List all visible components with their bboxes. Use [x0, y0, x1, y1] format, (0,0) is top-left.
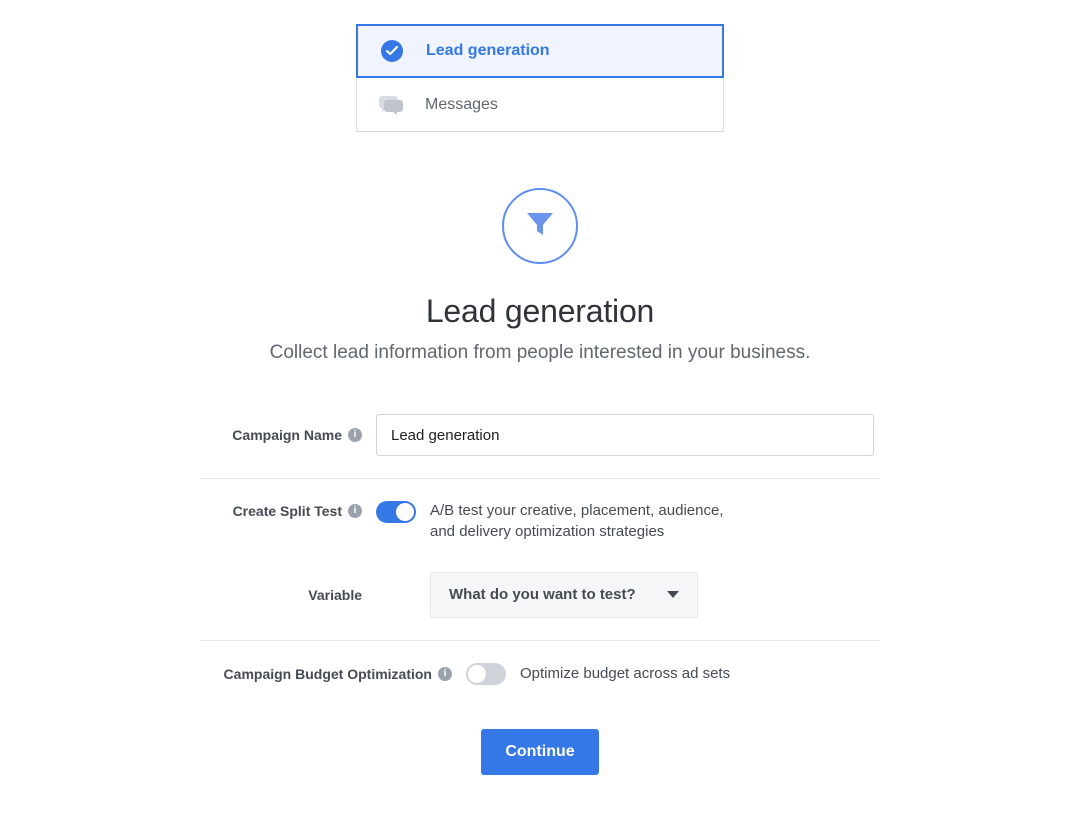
- info-icon[interactable]: i: [348, 504, 362, 518]
- messages-icon: [377, 91, 405, 119]
- page-subtitle: Collect lead information from people int…: [200, 342, 880, 364]
- check-badge-icon: [378, 37, 406, 65]
- split-test-row: Create Split Test i A/B test your creati…: [200, 479, 880, 641]
- campaign-name-input[interactable]: [376, 414, 874, 456]
- objective-lead-generation[interactable]: Lead generation: [356, 24, 724, 78]
- cbo-desc: Optimize budget across ad sets: [520, 664, 730, 684]
- campaign-name-row: Campaign Name i: [200, 392, 880, 479]
- chevron-down-icon: [667, 591, 679, 598]
- split-test-desc: A/B test your creative, placement, audie…: [430, 501, 740, 542]
- split-test-label: Create Split Test: [233, 503, 342, 519]
- campaign-name-label: Campaign Name: [232, 427, 342, 443]
- cbo-row: Campaign Budget Optimization i Optimize …: [200, 641, 880, 707]
- variable-select-placeholder: What do you want to test?: [449, 586, 636, 603]
- objective-label: Messages: [425, 96, 498, 114]
- info-icon[interactable]: i: [438, 667, 452, 681]
- cbo-label: Campaign Budget Optimization: [224, 666, 432, 682]
- variable-select[interactable]: What do you want to test?: [430, 572, 698, 618]
- continue-button[interactable]: Continue: [481, 729, 598, 775]
- objective-list: Lead generation Messages: [356, 24, 724, 132]
- split-test-toggle[interactable]: [376, 501, 416, 523]
- objective-label: Lead generation: [426, 42, 550, 60]
- cbo-toggle[interactable]: [466, 663, 506, 685]
- objective-messages[interactable]: Messages: [356, 78, 724, 132]
- info-icon[interactable]: i: [348, 428, 362, 442]
- page-title: Lead generation: [200, 292, 880, 330]
- variable-label: Variable: [308, 587, 362, 603]
- funnel-icon: [502, 188, 578, 264]
- hero-section: Lead generation Collect lead information…: [200, 188, 880, 364]
